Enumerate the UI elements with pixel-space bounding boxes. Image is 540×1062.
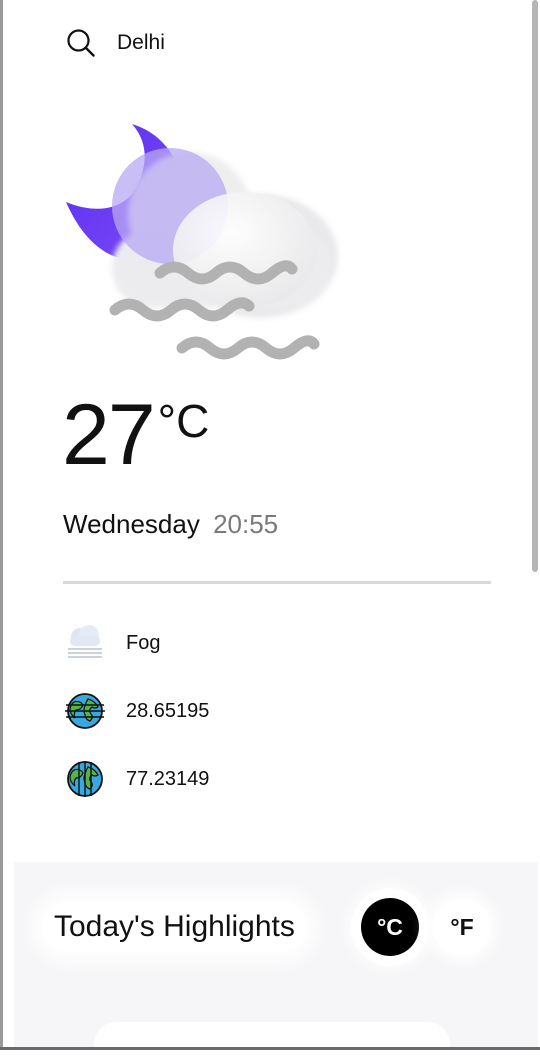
time-label: 20:55	[213, 509, 279, 539]
highlights-panel: Today's Highlights °C °F	[14, 862, 538, 1062]
day-label: Wednesday	[63, 509, 200, 539]
moon-cloud-fog-icon	[66, 124, 338, 360]
longitude-row: 77.23149	[64, 758, 209, 800]
left-frame-edge	[0, 0, 3, 1050]
temperature-display: 27 °C	[62, 392, 209, 478]
temperature-unit: °C	[157, 395, 210, 447]
globe-icon	[67, 761, 103, 797]
divider	[63, 581, 491, 584]
latitude-value: 28.65195	[126, 699, 210, 722]
condition-label: Fog	[126, 631, 161, 654]
highlights-title: Today's Highlights	[54, 910, 295, 943]
day-time: Wednesday 20:55	[63, 509, 278, 540]
condition-row: Fog	[64, 622, 160, 664]
search-bar[interactable]: Delhi	[66, 28, 165, 58]
search-icon[interactable]	[66, 28, 96, 58]
temperature-value: 27	[62, 387, 156, 483]
fahrenheit-button[interactable]: °F	[433, 898, 491, 956]
scrollbar[interactable]	[532, 0, 538, 572]
highlight-card	[94, 1022, 450, 1062]
highlights-title-wrap: Today's Highlights	[42, 902, 307, 952]
fog-icon	[68, 625, 102, 658]
globe-icon	[65, 693, 105, 729]
celsius-button[interactable]: °C	[361, 898, 419, 956]
longitude-value: 77.23149	[126, 767, 210, 790]
latitude-row: 28.65195	[64, 690, 209, 732]
location-label[interactable]: Delhi	[117, 31, 165, 55]
